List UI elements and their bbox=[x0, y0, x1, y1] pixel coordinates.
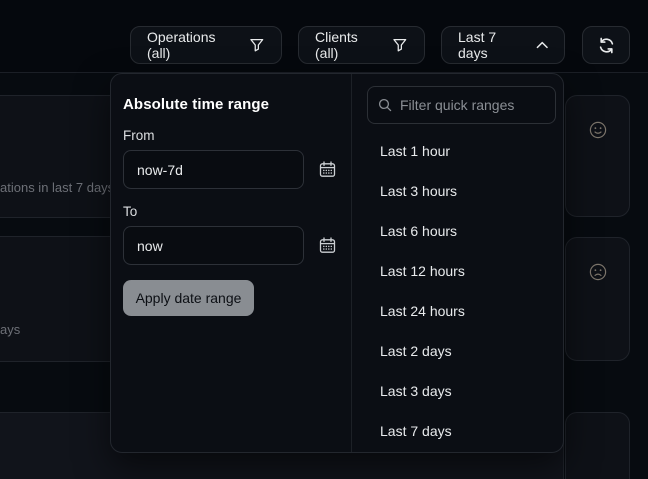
funnel-icon bbox=[392, 37, 408, 53]
to-calendar-button[interactable] bbox=[319, 237, 336, 254]
time-range-label: Last 7 days bbox=[458, 29, 527, 61]
card-subtitle-truncated: ays bbox=[0, 322, 20, 337]
stats-card-right-1 bbox=[565, 95, 630, 217]
chevron-up-icon bbox=[536, 41, 548, 49]
from-input[interactable] bbox=[123, 150, 304, 189]
quick-range-last-6-hours[interactable]: Last 6 hours bbox=[352, 211, 563, 251]
to-input[interactable] bbox=[123, 226, 304, 265]
stats-card-right-3 bbox=[565, 412, 630, 479]
quick-range-last-7-days[interactable]: Last 7 days bbox=[352, 411, 563, 451]
calendar-icon bbox=[319, 161, 336, 178]
quick-range-last-12-hours[interactable]: Last 12 hours bbox=[352, 251, 563, 291]
quick-range-last-1-hour[interactable]: Last 1 hour bbox=[352, 131, 563, 171]
apply-date-range-button[interactable]: Apply date range bbox=[123, 280, 254, 316]
refresh-icon bbox=[597, 36, 616, 55]
filter-quick-ranges-input[interactable] bbox=[400, 97, 545, 113]
from-label: From bbox=[123, 128, 339, 143]
sad-face-icon bbox=[589, 263, 607, 281]
magnifier-icon bbox=[378, 98, 392, 112]
operations-filter-label: Operations (all) bbox=[147, 29, 240, 61]
quick-range-last-2-days[interactable]: Last 2 days bbox=[352, 331, 563, 371]
clients-filter-label: Clients (all) bbox=[315, 29, 383, 61]
quick-ranges-section: Last 1 hour Last 3 hours Last 6 hours La… bbox=[351, 74, 563, 452]
refresh-button[interactable] bbox=[582, 26, 630, 64]
operations-filter-button[interactable]: Operations (all) bbox=[130, 26, 282, 64]
absolute-time-range-section: Absolute time range From To bbox=[111, 74, 351, 452]
happy-face-icon bbox=[589, 121, 607, 139]
quick-range-last-3-days[interactable]: Last 3 days bbox=[352, 371, 563, 411]
to-label: To bbox=[123, 204, 339, 219]
card-subtitle-truncated: ations in last 7 days bbox=[0, 180, 114, 195]
time-range-button[interactable]: Last 7 days bbox=[441, 26, 565, 64]
calendar-icon bbox=[319, 237, 336, 254]
time-range-panel: Absolute time range From To bbox=[110, 73, 564, 453]
quick-range-last-24-hours[interactable]: Last 24 hours bbox=[352, 291, 563, 331]
top-toolbar: Operations (all) Clients (all) Last 7 da… bbox=[0, 0, 648, 73]
quick-ranges-search[interactable] bbox=[367, 86, 556, 124]
quick-ranges-list: Last 1 hour Last 3 hours Last 6 hours La… bbox=[352, 131, 563, 451]
quick-range-last-3-hours[interactable]: Last 3 hours bbox=[352, 171, 563, 211]
funnel-icon bbox=[249, 37, 265, 53]
stats-card-right-2 bbox=[565, 237, 630, 361]
app-screen: ations in last 7 days ays Operations (al… bbox=[0, 0, 648, 479]
from-calendar-button[interactable] bbox=[319, 161, 336, 178]
clients-filter-button[interactable]: Clients (all) bbox=[298, 26, 425, 64]
absolute-time-range-title: Absolute time range bbox=[123, 96, 339, 113]
